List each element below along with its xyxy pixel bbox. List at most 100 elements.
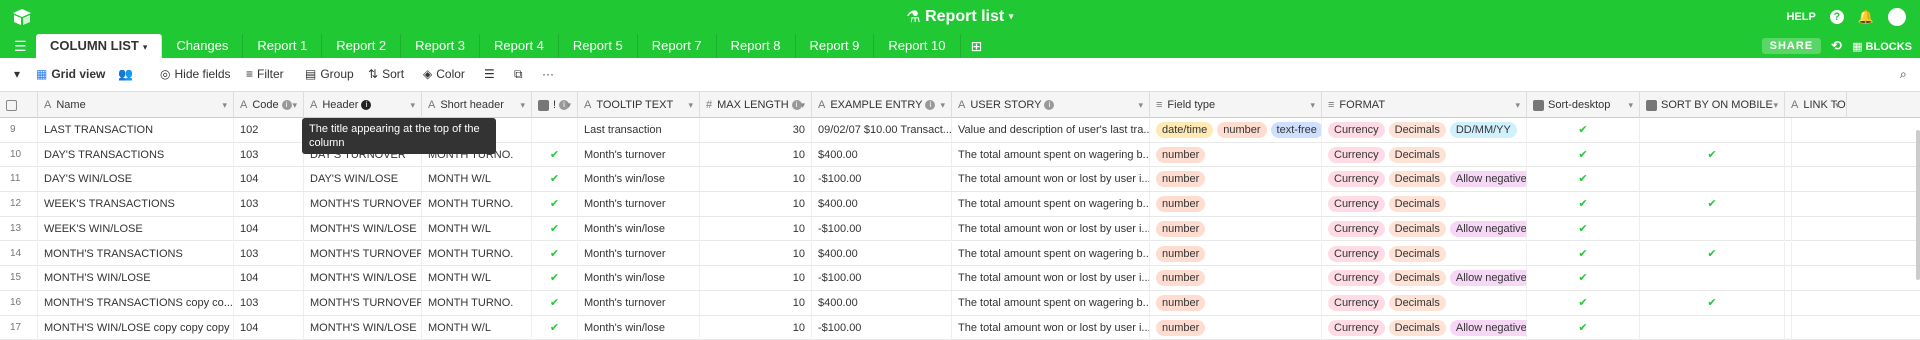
history-icon[interactable]: ⟲ <box>1831 38 1842 54</box>
column-header-short-header[interactable]: A Short header ▾ <box>422 92 532 118</box>
format-cell[interactable]: Currency Decimals DD/MM/YY <box>1322 118 1527 142</box>
user-story-cell[interactable]: Value and description of user's last tra… <box>952 118 1150 142</box>
short-header-cell[interactable]: MONTH W/L <box>422 216 532 241</box>
user-story-cell[interactable]: The total amount won or lost by user i..… <box>952 266 1150 291</box>
tooltip-text-cell[interactable]: Month's win/lose <box>578 266 700 291</box>
chevron-down-icon[interactable]: ▾ <box>410 92 415 118</box>
hamburger-menu-icon[interactable]: ☰ <box>14 39 27 53</box>
column-header-code[interactable]: A Code i ▾ <box>234 92 304 118</box>
user-story-cell[interactable]: The total amount won or lost by user i..… <box>952 216 1150 241</box>
info-icon[interactable]: i <box>1044 100 1055 111</box>
flag-checkbox-cell[interactable]: ✔ <box>532 216 578 241</box>
column-header-sort-desktop[interactable]: Sort-desktop ▾ <box>1527 92 1640 118</box>
column-header-[interactable]: ! i ▾ <box>532 92 578 118</box>
tab-report-4[interactable]: Report 4 <box>480 34 559 58</box>
row-height-icon[interactable]: ☰ <box>484 67 495 81</box>
example-entry-cell[interactable]: 09/02/07 $10.00 Transact... <box>812 118 952 142</box>
chevron-down-icon[interactable]: ▾ <box>566 92 571 118</box>
bell-icon[interactable]: 🔔 <box>1858 9 1874 25</box>
sort-mobile-checkbox-cell[interactable] <box>1640 118 1785 142</box>
share-button[interactable]: SHARE <box>1761 38 1822 54</box>
color-button[interactable]: ◈ Color <box>423 67 465 81</box>
header-cell[interactable]: MONTH'S WIN/LOSE <box>304 216 422 241</box>
chevron-down-icon[interactable]: ▾ <box>940 92 945 118</box>
max-length-cell[interactable]: 10 <box>700 167 812 192</box>
field-type-cell[interactable]: number <box>1150 266 1322 291</box>
column-header-format[interactable]: ≡ FORMAT ▾ <box>1322 92 1527 118</box>
user-story-cell[interactable]: The total amount spent on wagering b... <box>952 290 1150 315</box>
format-cell[interactable]: Currency Decimals <box>1322 290 1527 315</box>
tooltip-text-cell[interactable]: Month's win/lose <box>578 216 700 241</box>
short-header-cell[interactable]: MONTH TURNO. <box>422 241 532 266</box>
link-to-cell[interactable] <box>1785 315 1792 340</box>
tab-column-list[interactable]: COLUMN LIST ▾ <box>36 34 163 58</box>
avatar[interactable] <box>1888 8 1906 26</box>
code-cell[interactable]: 104 <box>234 315 304 340</box>
collaborators-icon[interactable]: 👥 <box>118 67 133 81</box>
name-cell[interactable]: MONTH'S TRANSACTIONS copy co... <box>38 290 234 315</box>
name-cell[interactable]: LAST TRANSACTION <box>38 118 234 142</box>
format-cell[interactable]: Currency Decimals <box>1322 241 1527 266</box>
flag-checkbox-cell[interactable]: ✔ <box>532 266 578 291</box>
base-title[interactable]: ⚗ Report list ▾ <box>0 7 1920 27</box>
header-cell[interactable]: MONTH'S TURNOVER <box>304 290 422 315</box>
format-cell[interactable]: Currency Decimals <box>1322 142 1527 167</box>
column-header-tooltip-text[interactable]: A TOOLTIP TEXT ▾ <box>578 92 700 118</box>
code-cell[interactable]: 103 <box>234 290 304 315</box>
short-header-cell[interactable]: MONTH W/L <box>422 167 532 192</box>
hide-fields-button[interactable]: ◎ Hide fields <box>160 67 231 81</box>
tab-changes[interactable]: Changes <box>162 34 244 58</box>
column-header-field-type[interactable]: ≡ Field type ▾ <box>1150 92 1322 118</box>
help-icon[interactable]: ? <box>1829 10 1844 24</box>
sort-desktop-checkbox-cell[interactable]: ✔ <box>1527 142 1640 167</box>
sort-mobile-checkbox-cell[interactable]: ✔ <box>1640 241 1785 266</box>
code-cell[interactable]: 103 <box>234 241 304 266</box>
code-cell[interactable]: 103 <box>234 192 304 217</box>
code-cell[interactable]: 102 <box>234 118 304 142</box>
header-cell[interactable]: MONTH'S WIN/LOSE <box>304 266 422 291</box>
tab-report-1[interactable]: Report 1 <box>243 34 323 58</box>
sort-desktop-checkbox-cell[interactable]: ✔ <box>1527 290 1640 315</box>
header-cell[interactable]: MONTH'S TURNOVER <box>304 192 422 217</box>
chevron-down-icon[interactable]: ▾ <box>1138 92 1143 118</box>
tooltip-text-cell[interactable]: Month's win/lose <box>578 167 700 192</box>
column-header-user-story[interactable]: A USER STORY i ▾ <box>952 92 1150 118</box>
user-story-cell[interactable]: The total amount spent on wagering b... <box>952 241 1150 266</box>
chevron-down-icon[interactable]: ▾ <box>800 92 805 118</box>
format-cell[interactable]: Currency Decimals Allow negatives <box>1322 266 1527 291</box>
link-to-cell[interactable] <box>1785 167 1792 192</box>
flag-checkbox-cell[interactable]: ✔ <box>532 290 578 315</box>
max-length-cell[interactable]: 10 <box>700 241 812 266</box>
user-story-cell[interactable]: The total amount spent on wagering b... <box>952 192 1150 217</box>
table-row[interactable]: 14 MONTH'S TRANSACTIONS 103 MONTH'S TURNOVE… <box>0 241 1920 267</box>
example-entry-cell[interactable]: -$100.00 <box>812 216 952 241</box>
short-header-cell[interactable]: MONTH TURNO. <box>422 290 532 315</box>
field-type-cell[interactable]: date/time number text-free <box>1150 118 1322 142</box>
sort-desktop-checkbox-cell[interactable]: ✔ <box>1527 315 1640 340</box>
code-cell[interactable]: 104 <box>234 266 304 291</box>
sort-button[interactable]: ⇅ Sort <box>368 67 404 81</box>
tab-report-8[interactable]: Report 8 <box>717 34 796 58</box>
chevron-down-icon[interactable]: ▾ <box>292 92 297 118</box>
name-cell[interactable]: WEEK'S TRANSACTIONS <box>38 192 234 217</box>
table-row[interactable]: 13 WEEK'S WIN/LOSE 104 MONTH'S WIN/LOSE MONT… <box>0 216 1920 242</box>
group-button[interactable]: ▤ Group <box>305 67 354 81</box>
info-icon[interactable]: i <box>361 100 372 111</box>
table-row[interactable]: 9LAST TRANSACTION102LAST TRANSACTIONLast… <box>0 118 1920 143</box>
sort-mobile-checkbox-cell[interactable] <box>1640 216 1785 241</box>
format-cell[interactable]: Currency Decimals <box>1322 192 1527 217</box>
table-row[interactable]: 12 WEEK'S TRANSACTIONS 103 MONTH'S TURNOVER… <box>0 192 1920 217</box>
info-icon[interactable]: i <box>281 100 292 111</box>
sort-mobile-checkbox-cell[interactable] <box>1640 266 1785 291</box>
sort-desktop-checkbox-cell[interactable]: ✔ <box>1527 266 1640 291</box>
column-header-example-entry[interactable]: A EXAMPLE ENTRY i ▾ <box>812 92 952 118</box>
tab-report-3[interactable]: Report 3 <box>401 34 481 58</box>
search-icon[interactable]: ⌕ <box>1900 67 1907 82</box>
tab-report-10[interactable]: Report 10 <box>874 34 961 58</box>
user-story-cell[interactable]: The total amount spent on wagering b... <box>952 142 1150 167</box>
sort-desktop-checkbox-cell[interactable]: ✔ <box>1527 167 1640 192</box>
format-cell[interactable]: Currency Decimals Allow negatives <box>1322 216 1527 241</box>
select-all-checkbox[interactable] <box>0 92 38 118</box>
short-header-cell[interactable]: MONTH W/L <box>422 315 532 340</box>
example-entry-cell[interactable]: -$100.00 <box>812 266 952 291</box>
